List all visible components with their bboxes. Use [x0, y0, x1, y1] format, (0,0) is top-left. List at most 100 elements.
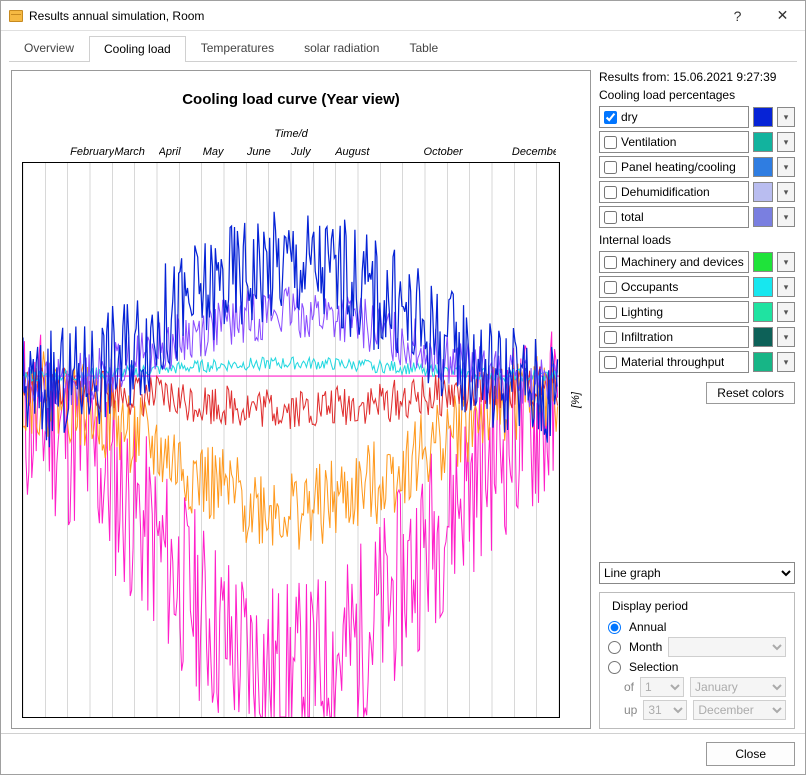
cooling-label: Dehumidification: [621, 185, 710, 199]
chart-panel: Cooling load curve (Year view) Time/d Ja…: [11, 70, 591, 729]
internal-label: Lighting: [621, 305, 663, 319]
cooling-item: Panel heating/cooling ▾: [599, 156, 795, 178]
radio-month[interactable]: Month: [608, 637, 786, 657]
cooling-item: Ventilation ▾: [599, 131, 795, 153]
color-swatch[interactable]: [753, 277, 773, 297]
color-dropdown[interactable]: ▾: [777, 157, 795, 177]
tab-solar-radiation[interactable]: solar radiation: [289, 35, 394, 61]
radio-annual-input[interactable]: [608, 621, 621, 634]
results-from: Results from: 15.06.2021 9:27:39: [599, 70, 795, 84]
y-axis-label: [%]: [570, 392, 582, 408]
color-swatch[interactable]: [753, 207, 773, 227]
cooling-label: Ventilation: [621, 135, 676, 149]
internal-checkbox[interactable]: [604, 306, 617, 319]
cooling-item: dry ▾: [599, 106, 795, 128]
display-period-legend: Display period: [608, 599, 692, 613]
color-swatch[interactable]: [753, 302, 773, 322]
help-button[interactable]: ?: [715, 2, 760, 30]
internal-label: Infiltration: [621, 330, 673, 344]
internal-checkbox-box[interactable]: Occupants: [599, 276, 749, 298]
cooling-checkbox-box[interactable]: Dehumidification: [599, 181, 749, 203]
results-from-label: Results from:: [599, 70, 670, 84]
internal-item: Machinery and devices ▾: [599, 251, 795, 273]
month-select: [668, 637, 786, 657]
internal-checkbox[interactable]: [604, 281, 617, 294]
display-period-group: Display period Annual Month Selection: [599, 592, 795, 729]
internal-checkbox-box[interactable]: Machinery and devices: [599, 251, 749, 273]
internal-label: Material throughput: [621, 355, 724, 369]
tab-overview[interactable]: Overview: [9, 35, 89, 61]
tab-temperatures[interactable]: Temperatures: [186, 35, 289, 61]
color-swatch[interactable]: [753, 157, 773, 177]
internal-checkbox[interactable]: [604, 356, 617, 369]
cooling-checkbox[interactable]: [604, 161, 617, 174]
internal-checkbox-box[interactable]: Lighting: [599, 301, 749, 323]
cooling-checkbox[interactable]: [604, 211, 617, 224]
color-swatch[interactable]: [753, 252, 773, 272]
month-label: March: [114, 146, 158, 158]
color-swatch[interactable]: [753, 182, 773, 202]
color-dropdown[interactable]: ▾: [777, 132, 795, 152]
content-area: Cooling load curve (Year view) Time/d Ja…: [1, 62, 805, 733]
internal-checkbox[interactable]: [604, 331, 617, 344]
range-of-row: of 1 January: [624, 677, 786, 697]
graph-type-select[interactable]: Line graph: [599, 562, 795, 584]
month-label: February: [70, 146, 114, 158]
up-day-select: 31: [643, 700, 687, 720]
plot-area[interactable]: [22, 162, 560, 718]
internal-checkbox[interactable]: [604, 256, 617, 269]
cooling-checkbox-box[interactable]: Panel heating/cooling: [599, 156, 749, 178]
cooling-checkbox[interactable]: [604, 186, 617, 199]
color-dropdown[interactable]: ▾: [777, 302, 795, 322]
color-swatch[interactable]: [753, 107, 773, 127]
color-swatch[interactable]: [753, 132, 773, 152]
color-dropdown[interactable]: ▾: [777, 207, 795, 227]
color-swatch[interactable]: [753, 352, 773, 372]
cooling-checkbox-box[interactable]: dry: [599, 106, 749, 128]
cooling-item: Dehumidification ▾: [599, 181, 795, 203]
cooling-label: Panel heating/cooling: [621, 160, 736, 174]
tab-bar: Overview Cooling load Temperatures solar…: [9, 35, 797, 62]
window-close-button[interactable]: ✕: [760, 2, 805, 30]
cooling-checkbox-box[interactable]: total: [599, 206, 749, 228]
color-dropdown[interactable]: ▾: [777, 352, 795, 372]
radio-annual[interactable]: Annual: [608, 620, 786, 634]
month-label: October: [424, 146, 468, 158]
side-panel: Results from: 15.06.2021 9:27:39 Cooling…: [599, 70, 795, 729]
up-month-select: December: [693, 700, 786, 720]
internal-checkbox-box[interactable]: Material throughput: [599, 351, 749, 373]
range-up-row: up 31 December: [624, 700, 786, 720]
of-day-select: 1: [640, 677, 684, 697]
app-icon: [9, 10, 23, 22]
cooling-label: dry: [621, 110, 638, 124]
color-dropdown[interactable]: ▾: [777, 182, 795, 202]
internal-item: Infiltration ▾: [599, 326, 795, 348]
cooling-checkbox[interactable]: [604, 136, 617, 149]
dialog-footer: Close: [1, 733, 805, 774]
tab-cooling-load[interactable]: Cooling load: [89, 36, 186, 62]
color-swatch[interactable]: [753, 327, 773, 347]
color-dropdown[interactable]: ▾: [777, 107, 795, 127]
internal-checkbox-box[interactable]: Infiltration: [599, 326, 749, 348]
group-internal-label: Internal loads: [599, 233, 795, 247]
color-dropdown[interactable]: ▾: [777, 252, 795, 272]
internal-item: Occupants ▾: [599, 276, 795, 298]
radio-selection[interactable]: Selection: [608, 660, 786, 674]
radio-month-input[interactable]: [608, 641, 621, 654]
reset-colors-button[interactable]: Reset colors: [706, 382, 795, 404]
window-title: Results annual simulation, Room: [29, 9, 715, 23]
color-dropdown[interactable]: ▾: [777, 277, 795, 297]
internal-item: Lighting ▾: [599, 301, 795, 323]
tab-table[interactable]: Table: [394, 35, 453, 61]
of-month-select: January: [690, 677, 786, 697]
cooling-checkbox-box[interactable]: Ventilation: [599, 131, 749, 153]
close-button[interactable]: Close: [706, 742, 795, 766]
month-axis: JanuaryFebruaryMarchAprilMayJuneJulyAugu…: [22, 146, 560, 162]
color-dropdown[interactable]: ▾: [777, 327, 795, 347]
cooling-checkbox[interactable]: [604, 111, 617, 124]
internal-label: Occupants: [621, 280, 678, 294]
radio-selection-input[interactable]: [608, 661, 621, 674]
month-label: August: [335, 146, 379, 158]
cooling-item: total ▾: [599, 206, 795, 228]
x-axis-label: Time/d: [22, 128, 560, 140]
